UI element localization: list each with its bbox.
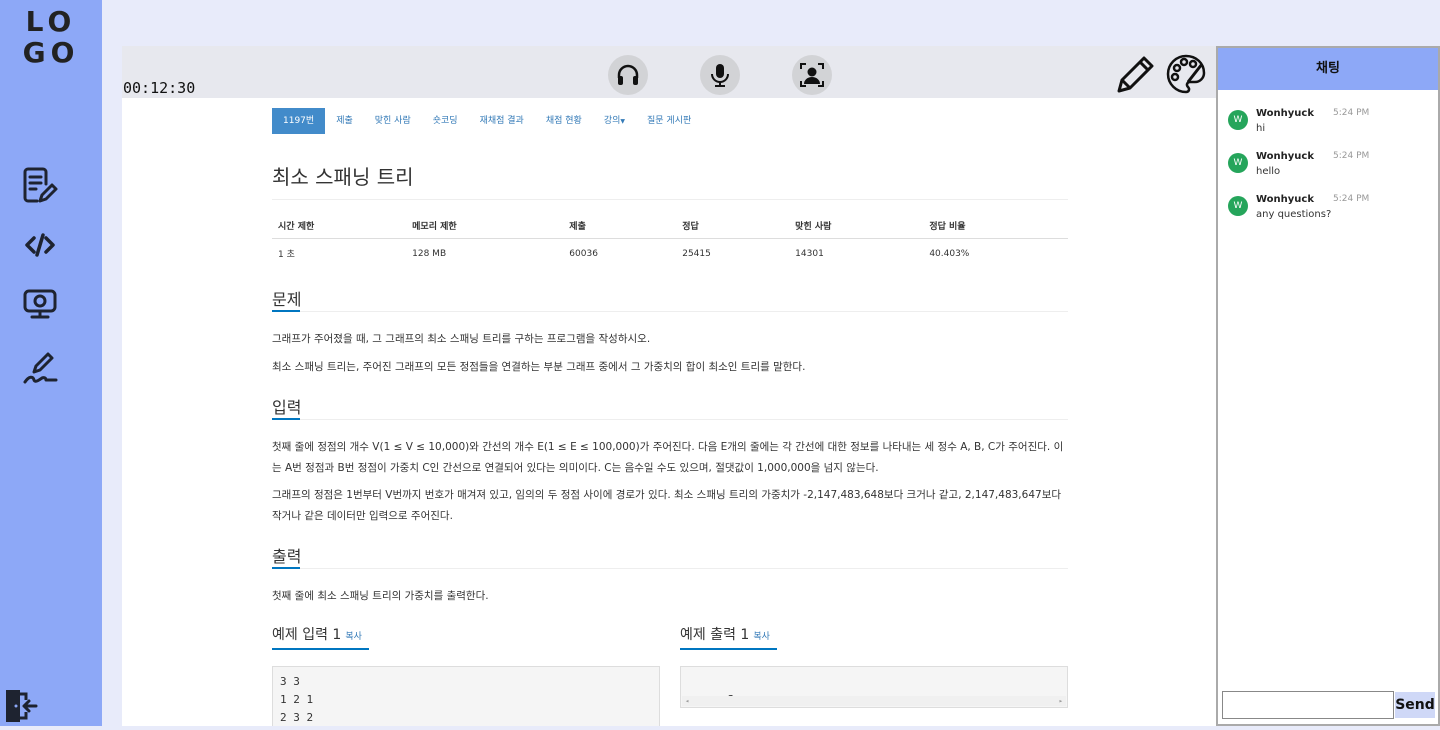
heading-underline (680, 648, 777, 650)
table-cell: 128 MB (412, 248, 447, 259)
message-time: 5:24 PM (1333, 151, 1370, 161)
tab-problem[interactable]: 1197번 (272, 108, 326, 134)
table-cell: 25415 (682, 248, 711, 259)
divider (272, 568, 1068, 569)
table-header: 정답 비율 (923, 216, 1068, 239)
example-input-box: 3 3 1 2 1 2 3 2 (272, 666, 660, 726)
microphone-icon (711, 64, 729, 87)
sidebar: LO GO (0, 0, 102, 726)
table-header: 시간 제한 (272, 216, 407, 239)
chat-message: W Wonhyuck 5:24 PM hi (1228, 108, 1428, 144)
timer: 00:12:30 (123, 79, 196, 97)
headphones-button[interactable] (608, 55, 648, 95)
table-cell: 40.403% (929, 248, 970, 259)
logo-line-1: LO (25, 5, 77, 38)
chat-message: W Wonhyuck 5:24 PM hello (1228, 151, 1428, 187)
chat-title: 채팅 (1218, 48, 1438, 90)
section-heading-problem: 문제 (272, 290, 302, 309)
tab-lecture[interactable]: 강의▼ (593, 108, 636, 134)
tab-rejudge[interactable]: 재채점 결과 (469, 108, 535, 134)
table-row: 1 초 128 MB 60036 25415 14301 40.403% (272, 239, 1068, 269)
pencil-icon[interactable] (1114, 52, 1158, 96)
input-description-1: 첫째 줄에 정점의 개수 V(1 ≤ V ≤ 10,000)와 간선의 개수 E… (272, 441, 1064, 474)
headphones-icon (617, 64, 639, 85)
tab-submit[interactable]: 제출 (325, 108, 364, 134)
chat-panel: 채팅 W Wonhyuck 5:24 PM hi W Wonhyuck 5:24… (1216, 46, 1440, 726)
tab-board[interactable]: 질문 게시판 (636, 108, 702, 134)
avatar: W (1228, 110, 1248, 130)
tab-status[interactable]: 채점 현황 (535, 108, 593, 134)
face-recognition-icon (800, 63, 824, 87)
copy-input-link[interactable]: 복사 (345, 632, 362, 642)
divider (272, 419, 1068, 420)
divider (272, 311, 1068, 312)
webcam-icon[interactable] (20, 284, 60, 324)
tab-solved-users[interactable]: 맞힌 사람 (364, 108, 422, 134)
horizontal-scrollbar[interactable]: ◂ ▸ (682, 696, 1066, 706)
table-cell: 1 초 (278, 250, 295, 260)
chat-message: W Wonhyuck 5:24 PM any questions? (1228, 194, 1428, 230)
table-cell: 14301 (795, 248, 824, 259)
problem-description-2: 최소 스패닝 트리는, 주어진 그래프의 모든 정점들을 연결하는 부분 그래프… (272, 361, 806, 373)
example-output-title: 예제 출력 1 (680, 627, 750, 643)
face-recognition-button[interactable] (792, 55, 832, 95)
table-cell: 60036 (569, 248, 598, 259)
table-header: 정답 (676, 216, 790, 239)
tab-lecture-label: 강의 (603, 116, 621, 126)
tab-short-coding[interactable]: 숏코딩 (422, 108, 469, 134)
table-header-row: 시간 제한 메모리 제한 제출 정답 맞힌 사람 정답 비율 (272, 216, 1068, 239)
scroll-left-icon[interactable]: ◂ (685, 696, 689, 706)
problem-content: 1197번 제출 맞힌 사람 숏코딩 재채점 결과 채점 현황 강의▼ 질문 게… (122, 98, 1216, 726)
message-author: Wonhyuck (1256, 194, 1314, 205)
example-output-heading: 예제 출력 1 복사 (680, 624, 770, 644)
message-time: 5:24 PM (1333, 194, 1370, 204)
document-edit-icon[interactable] (20, 164, 60, 204)
table-header: 제출 (563, 216, 677, 239)
section-heading-output: 출력 (272, 547, 302, 566)
heading-underline (272, 567, 300, 569)
avatar: W (1228, 196, 1248, 216)
microphone-button[interactable] (700, 55, 740, 95)
message-author: Wonhyuck (1256, 108, 1314, 119)
caret-down-icon: ▼ (620, 118, 626, 125)
divider (272, 199, 1068, 200)
heading-underline (272, 418, 300, 420)
message-text: hello (1256, 166, 1281, 177)
problem-description-1: 그래프가 주어졌을 때, 그 그래프의 최소 스패닝 트리를 구하는 프로그램을… (272, 333, 651, 345)
example-input-title: 예제 입력 1 (272, 627, 342, 643)
palette-icon[interactable] (1164, 52, 1208, 96)
avatar: W (1228, 153, 1248, 173)
logo-line-2: GO (22, 36, 80, 69)
toolbar: 00:12:30 (122, 46, 1216, 98)
message-text: any questions? (1256, 209, 1332, 220)
output-description: 첫째 줄에 최소 스패닝 트리의 가중치를 출력한다. (272, 590, 489, 602)
heading-underline (272, 648, 369, 650)
heading-underline (272, 310, 300, 312)
message-text: hi (1256, 123, 1266, 134)
example-input-heading: 예제 입력 1 복사 (272, 624, 362, 644)
logo: LO GO (0, 6, 102, 68)
page-title: 최소 스패닝 트리 (272, 165, 414, 189)
copy-output-link[interactable]: 복사 (753, 632, 770, 642)
problem-info-table: 시간 제한 메모리 제한 제출 정답 맞힌 사람 정답 비율 1 초 128 M… (272, 216, 1068, 268)
table-header: 맞힌 사람 (789, 216, 924, 239)
code-icon[interactable] (20, 225, 60, 265)
exit-door-icon[interactable] (6, 686, 46, 726)
chat-input[interactable] (1222, 691, 1394, 719)
problem-tabs: 1197번 제출 맞힌 사람 숏코딩 재채점 결과 채점 현황 강의▼ 질문 게… (272, 108, 702, 134)
input-description-2: 그래프의 정점은 1번부터 V번까지 번호가 매겨져 있고, 임의의 두 정점 … (272, 489, 1062, 522)
message-author: Wonhyuck (1256, 151, 1314, 162)
section-heading-input: 입력 (272, 398, 302, 417)
scroll-right-icon[interactable]: ▸ (1059, 696, 1063, 706)
table-header: 메모리 제한 (406, 216, 564, 239)
signature-pen-icon[interactable] (20, 348, 60, 388)
example-output-box: 3 ◂▸ (680, 666, 1068, 708)
message-time: 5:24 PM (1333, 108, 1370, 118)
send-button[interactable]: Send (1395, 692, 1435, 718)
